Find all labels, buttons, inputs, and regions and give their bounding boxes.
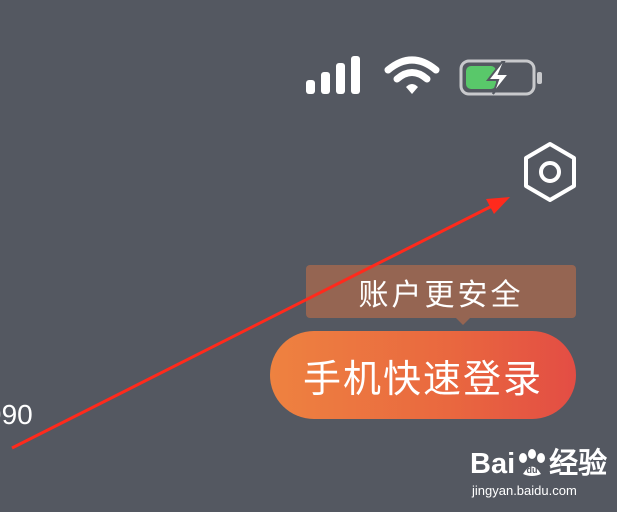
security-tooltip: 账户更安全 [306,265,576,318]
wifi-icon [384,56,440,94]
signal-bars-icon [306,52,366,94]
watermark-url: jingyan.baidu.com [472,483,577,498]
hexagon-settings-icon [524,142,576,202]
status-bar [300,52,550,98]
paw-logo-icon: du [519,449,546,476]
battery-charging-icon [459,59,542,96]
login-button-label: 手机快速登录 [302,356,543,401]
tooltip-pointer [455,317,471,325]
tooltip-text: 账户更安全 [358,277,524,313]
settings-button[interactable] [520,140,580,204]
watermark-logo-right: 经验 [549,448,608,480]
svg-text:du: du [527,465,538,475]
baidu-jingyan-watermark: Bai du 经验 jingyan.baidu.com [470,440,610,500]
watermark-logo-left: Bai [470,448,516,480]
phone-quick-login-button[interactable]: 手机快速登录 [270,331,576,419]
partial-number-text: 990 [0,399,33,430]
